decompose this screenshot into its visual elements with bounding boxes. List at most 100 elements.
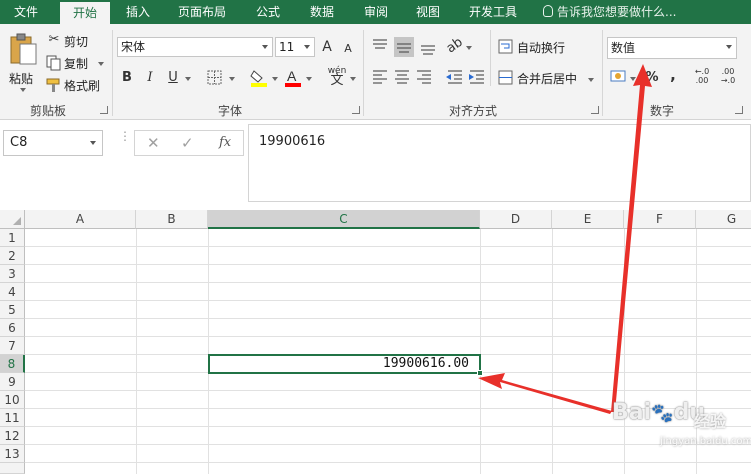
borders-dropdown-icon[interactable] bbox=[229, 77, 235, 81]
column-header-b[interactable]: B bbox=[136, 210, 208, 229]
insert-function-icon[interactable]: fx bbox=[219, 135, 231, 150]
phonetic-button[interactable]: wén 文 bbox=[326, 66, 348, 87]
row-header[interactable]: 9 bbox=[0, 373, 25, 391]
row-header[interactable]: 2 bbox=[0, 247, 25, 265]
percent-button[interactable]: % bbox=[645, 70, 659, 86]
lightbulb-icon bbox=[543, 5, 553, 17]
number-format-select[interactable]: 数值 bbox=[607, 37, 737, 59]
decrease-decimal-button[interactable]: .00 →.0 bbox=[718, 67, 738, 85]
paste-dropdown-icon[interactable] bbox=[20, 88, 26, 92]
row-header[interactable]: 10 bbox=[0, 391, 25, 409]
cut-button[interactable]: ✂ 剪切 bbox=[46, 32, 94, 50]
grid-line bbox=[25, 282, 751, 283]
wrap-text-button[interactable]: 自动换行 bbox=[498, 37, 578, 57]
column-header-d[interactable]: D bbox=[480, 210, 552, 229]
format-painter-icon bbox=[46, 78, 60, 92]
name-box-value: C8 bbox=[10, 135, 28, 150]
column-header-e[interactable]: E bbox=[552, 210, 624, 229]
format-painter-button[interactable]: 格式刷 bbox=[46, 76, 106, 94]
row-header-selected[interactable]: 8 bbox=[0, 355, 25, 373]
merge-dropdown-icon[interactable] bbox=[588, 78, 594, 82]
name-box[interactable]: C8 bbox=[3, 130, 103, 156]
fill-color-icon[interactable] bbox=[250, 68, 268, 88]
tab-data[interactable]: 数据 bbox=[300, 0, 344, 24]
formula-input[interactable]: 19900616 bbox=[248, 124, 751, 202]
row-header[interactable]: 6 bbox=[0, 319, 25, 337]
orientation-dropdown-icon[interactable] bbox=[466, 46, 472, 50]
column-header-g[interactable]: G bbox=[696, 210, 751, 229]
alignment-group-label: 对齐方式 bbox=[449, 104, 498, 118]
cancel-icon[interactable]: ✕ bbox=[147, 134, 160, 152]
formula-bar-grip[interactable]: ⋮ bbox=[119, 130, 131, 142]
paw-icon: 🐾 bbox=[651, 403, 674, 424]
row-header[interactable]: 7 bbox=[0, 337, 25, 355]
row-header[interactable]: 3 bbox=[0, 265, 25, 283]
group-divider bbox=[112, 30, 113, 116]
worksheet-grid[interactable]: A B C D E F G 1 2 3 4 5 6 7 8 9 10 11 12… bbox=[0, 210, 751, 474]
copy-button[interactable]: 复制 bbox=[46, 54, 106, 72]
font-launcher-icon[interactable] bbox=[352, 106, 360, 114]
clipboard-icon bbox=[10, 33, 37, 65]
tab-formulas[interactable]: 公式 bbox=[246, 0, 290, 24]
tab-insert[interactable]: 插入 bbox=[116, 0, 160, 24]
tab-view[interactable]: 视图 bbox=[406, 0, 450, 24]
accounting-dropdown-icon[interactable] bbox=[630, 77, 636, 81]
tab-developer[interactable]: 开发工具 bbox=[460, 0, 526, 24]
row-header[interactable]: 4 bbox=[0, 283, 25, 301]
italic-button[interactable]: I bbox=[143, 70, 157, 86]
enter-icon[interactable]: ✓ bbox=[181, 134, 194, 152]
cell-c8-selected[interactable]: 19900616.00 bbox=[208, 354, 481, 374]
bold-button[interactable]: B bbox=[120, 70, 134, 86]
row-header[interactable]: 12 bbox=[0, 427, 25, 445]
underline-dropdown-icon[interactable] bbox=[185, 77, 191, 81]
watermark-url: jingyan.baidu.com bbox=[660, 436, 751, 447]
font-color-icon[interactable]: A bbox=[284, 68, 302, 88]
vertical-align-buttons[interactable] bbox=[370, 36, 448, 58]
copy-icon bbox=[46, 55, 61, 71]
decrease-font-size-button[interactable]: A bbox=[342, 41, 354, 57]
horizontal-align-buttons[interactable] bbox=[370, 68, 490, 86]
svg-text:A: A bbox=[287, 68, 297, 84]
increase-font-size-button[interactable]: A bbox=[320, 39, 334, 55]
font-group-label: 字体 bbox=[218, 104, 243, 118]
comma-style-button[interactable]: , bbox=[668, 67, 678, 83]
copy-dropdown-icon[interactable] bbox=[98, 62, 104, 66]
paste-button[interactable]: 粘贴 bbox=[6, 30, 40, 94]
merge-center-button[interactable]: 合并后居中 bbox=[498, 68, 598, 88]
row-header[interactable]: 5 bbox=[0, 301, 25, 319]
phonetic-dropdown-icon[interactable] bbox=[350, 77, 356, 81]
grid-line bbox=[25, 426, 751, 427]
increase-decimal-button[interactable]: ←.0 .00 bbox=[692, 67, 712, 85]
number-launcher-icon[interactable] bbox=[735, 106, 743, 114]
merge-center-icon bbox=[498, 70, 513, 85]
column-header-c[interactable]: C bbox=[208, 210, 480, 229]
row-header[interactable]: 13 bbox=[0, 445, 25, 463]
alignment-launcher-icon[interactable] bbox=[591, 106, 599, 114]
fill-handle[interactable] bbox=[477, 370, 483, 376]
fill-color-dropdown-icon[interactable] bbox=[272, 77, 278, 81]
cut-label: 剪切 bbox=[64, 35, 89, 49]
tell-me-search[interactable]: 告诉我您想要做什么... bbox=[543, 0, 676, 24]
row-header[interactable]: 1 bbox=[0, 229, 25, 247]
tab-home[interactable]: 开始 bbox=[60, 2, 110, 24]
grid-line bbox=[136, 229, 137, 474]
tab-review[interactable]: 审阅 bbox=[354, 0, 398, 24]
tab-file[interactable]: 文件 bbox=[0, 0, 52, 24]
tab-page-layout[interactable]: 页面布局 bbox=[170, 0, 234, 24]
wrap-text-label: 自动换行 bbox=[517, 41, 566, 55]
clipboard-launcher-icon[interactable] bbox=[100, 106, 108, 114]
row-header[interactable]: 11 bbox=[0, 409, 25, 427]
select-all-button[interactable] bbox=[0, 210, 25, 229]
font-color-dropdown-icon[interactable] bbox=[306, 77, 312, 81]
row-header[interactable] bbox=[0, 463, 25, 474]
accounting-format-icon[interactable] bbox=[610, 69, 628, 85]
font-size-select[interactable]: 11 bbox=[275, 37, 315, 57]
column-header-f[interactable]: F bbox=[624, 210, 696, 229]
formula-value: 19900616 bbox=[259, 134, 326, 149]
font-name-select[interactable]: 宋体 bbox=[117, 37, 273, 57]
chevron-down-icon[interactable] bbox=[90, 141, 96, 145]
column-header-a[interactable]: A bbox=[25, 210, 136, 229]
borders-icon[interactable] bbox=[207, 70, 223, 86]
grid-line bbox=[25, 390, 751, 391]
underline-button[interactable]: U bbox=[166, 70, 180, 86]
